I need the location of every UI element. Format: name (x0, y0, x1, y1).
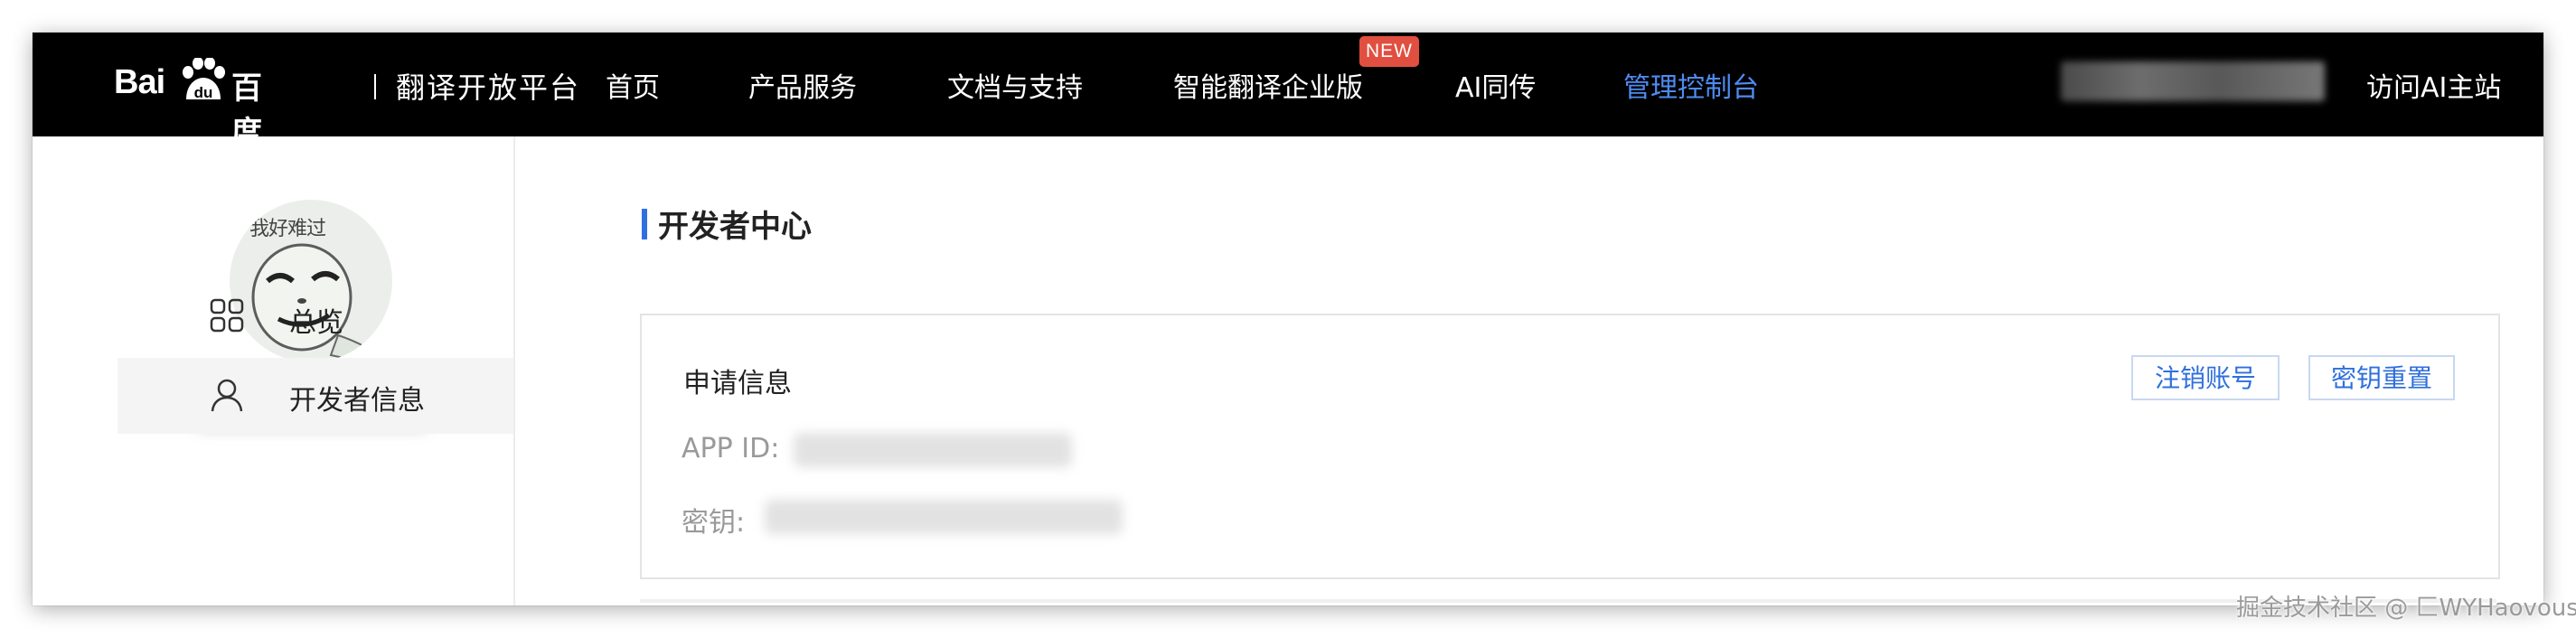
sidebar-item-developer-info[interactable]: 开发者信息 (118, 358, 513, 434)
browser-window: Bai du 百度 翻译开放平台 首页 产品服务 文档与支持 智能翻译企业版 N… (33, 33, 2543, 605)
app-id-label: APP ID: (682, 433, 780, 464)
logo-platform-name: 翻译开放平台 (396, 70, 581, 105)
sidebar-item-overview[interactable]: 总览 (118, 280, 513, 356)
card-title: 申请信息 (683, 368, 792, 399)
secret-key-label: 密钥: (682, 507, 746, 539)
application-info-card: 申请信息 注销账号 密钥重置 APP ID: 密钥: (640, 314, 2500, 579)
page-title: 开发者中心 (658, 209, 812, 245)
watermark: 掘金技术社区 @ 匚WYHaovous (2236, 595, 2576, 622)
nav-console[interactable]: 管理控制台 (1623, 65, 1759, 105)
username-redacted[interactable] (2061, 61, 2325, 101)
reset-secret-button[interactable]: 密钥重置 (2308, 355, 2455, 400)
main-content: 开发者中心 申请信息 注销账号 密钥重置 APP ID: 密钥: (515, 136, 2543, 605)
logo-du-text: du (194, 84, 213, 101)
secret-key-value-redacted (765, 500, 1123, 534)
next-section-edge (640, 599, 2496, 603)
sidebar-item-label: 总览 (289, 307, 343, 339)
nav-docs-support[interactable]: 文档与支持 (947, 65, 1083, 105)
cancel-account-button[interactable]: 注销账号 (2131, 355, 2280, 400)
sidebar: 我好难过 总览 开发者信息 (33, 136, 515, 605)
top-nav-bar: Bai du 百度 翻译开放平台 首页 产品服务 文档与支持 智能翻译企业版 N… (33, 33, 2543, 151)
new-badge: NEW (1359, 36, 1419, 67)
sidebar-item-label: 开发者信息 (289, 385, 425, 417)
logo-bai-text: Bai (114, 63, 165, 101)
nav-ai-interpretation[interactable]: AI同传 (1455, 65, 1536, 105)
user-icon (211, 379, 243, 412)
app-id-value-redacted (794, 433, 1072, 467)
nav-products[interactable]: 产品服务 (748, 65, 857, 105)
visit-ai-site-link[interactable]: 访问AI主站 (2366, 65, 2501, 105)
nav-enterprise-translation[interactable]: 智能翻译企业版 (1173, 65, 1363, 105)
baidu-paw-icon: du (183, 58, 225, 101)
logo-divider (374, 74, 376, 99)
grid-icon (210, 298, 244, 333)
nav-home[interactable]: 首页 (606, 65, 660, 105)
title-accent-bar (642, 209, 647, 239)
